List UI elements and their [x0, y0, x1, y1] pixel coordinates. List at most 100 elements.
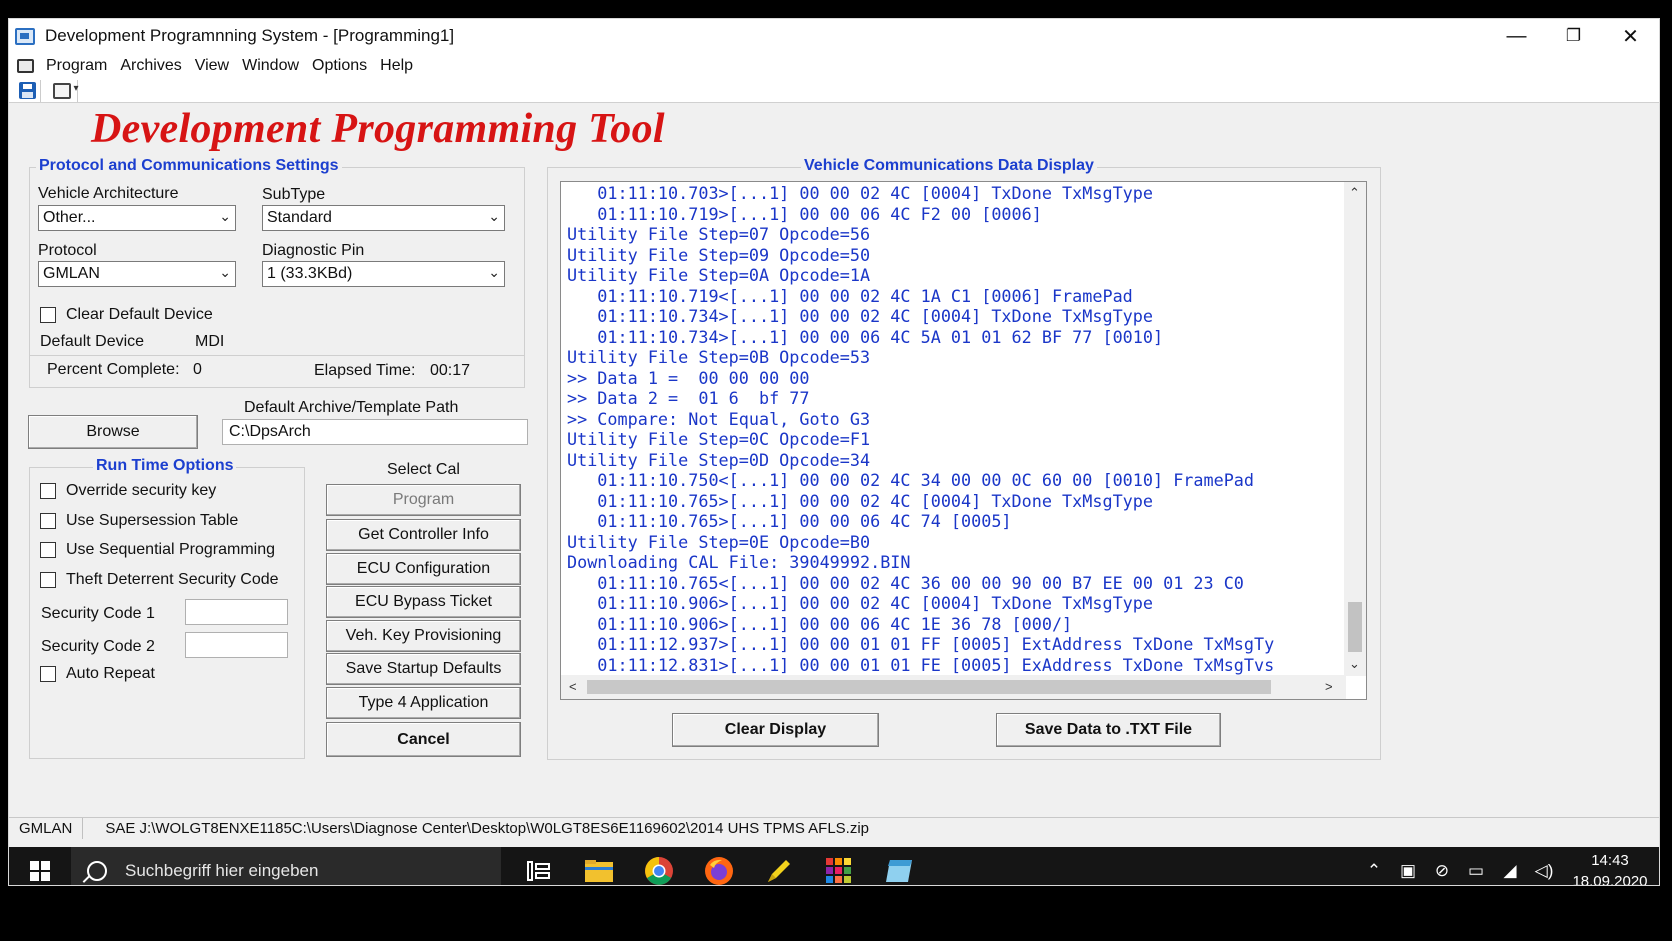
ecu-configuration-button[interactable]: ECU Configuration: [326, 553, 521, 585]
tile-grid-app-icon[interactable]: [809, 847, 869, 885]
save-data-txt-button[interactable]: Save Data to .TXT File: [996, 713, 1221, 747]
chrome-icon[interactable]: [629, 847, 689, 885]
save-startup-defaults-button[interactable]: Save Startup Defaults: [326, 653, 521, 685]
checkbox-box[interactable]: [40, 572, 56, 588]
status-protocol: GMLAN: [9, 818, 84, 839]
use-sequential-programming-checkbox[interactable]: Use Sequential Programming: [40, 541, 275, 559]
comm-log-lines: 01:11:10.703>[...1] 00 00 02 4C [0004] T…: [567, 183, 1337, 675]
checkbox-box[interactable]: [40, 307, 56, 323]
wifi-icon[interactable]: ◢: [1493, 861, 1527, 881]
save-toolbar-button[interactable]: [14, 79, 41, 102]
comm-log-line: 01:11:10.906>[...1] 00 00 06 4C 1E 36 78…: [567, 613, 1073, 634]
scroll-up-icon[interactable]: ⌃: [1349, 185, 1360, 201]
taskbar-clock[interactable]: 14:43 18.09.2020: [1561, 850, 1659, 885]
select-cal-label: Select Cal: [387, 461, 460, 478]
theft-deterrent-security-code-checkbox[interactable]: Theft Deterrent Security Code: [40, 571, 279, 589]
subtype-select[interactable]: Standard ⌄: [262, 205, 505, 231]
clear-default-device-checkbox[interactable]: Clear Default Device: [40, 306, 213, 324]
app-window: Development Programnning System - [Progr…: [8, 18, 1660, 886]
diagnostic-pin-value: 1 (33.3KBd): [267, 265, 353, 282]
comm-log-line: 01:11:10.765>[...1] 00 00 06 4C 74 [0005…: [567, 511, 1012, 531]
browse-button[interactable]: Browse: [28, 415, 198, 449]
comm-log-line: >> Data 1 = 00 00 00 00: [567, 367, 810, 388]
vehicle-architecture-select[interactable]: Other... ⌄: [38, 205, 236, 231]
comm-log-line: 01:11:10.719<[...1] 00 00 02 4C 1A C1 [0…: [567, 285, 1133, 306]
menu-archives[interactable]: Archives: [120, 57, 181, 75]
comm-log-line: 01:11:10.719>[...1] 00 00 06 4C F2 00 [0…: [567, 203, 1042, 224]
veh-key-provisioning-button[interactable]: Veh. Key Provisioning: [326, 620, 521, 652]
clear-display-button[interactable]: Clear Display: [672, 713, 879, 747]
use-supersession-table-checkbox[interactable]: Use Supersession Table: [40, 512, 238, 530]
menu-window[interactable]: Window: [242, 57, 299, 75]
status-bar: GMLAN SAE J:\WOLGT8ENXE1185C:\Users\Diag…: [9, 817, 1659, 839]
file-explorer-icon[interactable]: [569, 847, 629, 885]
diagnostic-pin-select[interactable]: 1 (33.3KBd) ⌄: [262, 261, 505, 287]
use-supersession-table-label: Use Supersession Table: [66, 512, 239, 529]
cancel-button[interactable]: Cancel: [326, 722, 521, 757]
toolbar: [9, 79, 1659, 103]
menu-help[interactable]: Help: [380, 57, 413, 75]
comm-log-line: Utility File Step=07 Opcode=56: [567, 224, 871, 244]
network-off-icon[interactable]: ⊘: [1425, 861, 1459, 881]
minimize-button[interactable]: —: [1488, 19, 1545, 53]
get-controller-info-button[interactable]: Get Controller Info: [326, 519, 521, 551]
print-toolbar-button[interactable]: [46, 79, 79, 102]
chevron-up-icon[interactable]: ⌃: [1357, 861, 1391, 881]
override-security-key-label: Override security key: [66, 482, 217, 499]
protocol-select[interactable]: GMLAN ⌄: [38, 261, 236, 287]
task-view-icon[interactable]: [509, 847, 569, 885]
taskbar-search-box[interactable]: Suchbegriff hier eingeben: [71, 847, 501, 885]
default-device-label: Default Device: [40, 333, 145, 350]
start-button[interactable]: [9, 847, 71, 885]
menu-options[interactable]: Options: [312, 57, 367, 75]
checkbox-box[interactable]: [40, 542, 56, 558]
document-icon: [17, 59, 34, 73]
firefox-icon[interactable]: [689, 847, 749, 885]
horizontal-scroll-thumb[interactable]: [587, 680, 1271, 694]
menu-view[interactable]: View: [195, 57, 229, 75]
comm-log-line: 01:11:12.831>[...1] 00 00 01 01 FE [0005…: [567, 654, 1275, 675]
search-placeholder: Suchbegriff hier eingeben: [125, 861, 319, 880]
comm-log-line: Utility File Step=0E Opcode=B0: [567, 531, 871, 552]
auto-repeat-checkbox[interactable]: Auto Repeat: [40, 665, 155, 683]
ecu-bypass-ticket-button[interactable]: ECU Bypass Ticket: [326, 586, 521, 618]
restore-button[interactable]: ❐: [1545, 19, 1602, 53]
scroll-right-icon[interactable]: >: [1325, 679, 1333, 694]
checkbox-box[interactable]: [40, 483, 56, 499]
elapsed-time-value: 00:17: [430, 362, 471, 379]
archive-path-field[interactable]: C:\DpsArch: [222, 419, 528, 445]
vertical-scroll-thumb[interactable]: [1348, 602, 1362, 652]
comm-log-line: >> Compare: Not Equal, Goto G3: [567, 408, 871, 429]
security-code-1-field[interactable]: [185, 599, 288, 625]
override-security-key-checkbox[interactable]: Override security key: [40, 482, 216, 500]
volume-icon[interactable]: ◁): [1527, 861, 1561, 881]
menu-program[interactable]: Program: [46, 57, 107, 75]
comm-log-display[interactable]: 01:11:10.703>[...1] 00 00 02 4C [0004] T…: [560, 181, 1367, 700]
scroll-down-icon[interactable]: ⌄: [1349, 656, 1360, 672]
protocol-label: Protocol: [38, 242, 97, 259]
device-icon[interactable]: ▣: [1391, 861, 1425, 881]
save-icon: [18, 82, 36, 99]
security-code-2-field[interactable]: [185, 632, 288, 658]
comm-log-line: 01:11:10.765<[...1] 00 00 02 4C 36 00 00…: [567, 572, 1244, 593]
checkbox-box[interactable]: [40, 666, 56, 682]
battery-icon[interactable]: ▭: [1459, 861, 1493, 881]
vertical-scrollbar[interactable]: ⌃ ⌄: [1344, 182, 1366, 676]
comm-log-line: Utility File Step=0B Opcode=53: [567, 347, 871, 367]
protocol-value: GMLAN: [43, 265, 100, 282]
window-title: Development Programnning System - [Progr…: [45, 26, 455, 45]
checkbox-box[interactable]: [40, 513, 56, 529]
horizontal-scrollbar[interactable]: < >: [561, 675, 1346, 699]
type4-application-button[interactable]: Type 4 Application: [326, 687, 521, 719]
pen-tool-icon[interactable]: [749, 847, 809, 885]
diagnostic-pin-label: Diagnostic Pin: [262, 242, 365, 259]
use-sequential-programming-label: Use Sequential Programming: [66, 541, 275, 558]
notepad-app-icon[interactable]: [869, 847, 929, 885]
scroll-left-icon[interactable]: <: [569, 679, 577, 694]
program-button[interactable]: Program: [326, 484, 521, 516]
search-icon: [87, 861, 107, 881]
vehicle-comm-title: Vehicle Communications Data Display: [801, 157, 1097, 175]
comm-log-line: 01:11:10.750<[...1] 00 00 02 4C 34 00 00…: [567, 470, 1255, 490]
vehicle-architecture-value: Other...: [43, 209, 96, 226]
close-button[interactable]: ✕: [1602, 19, 1659, 53]
